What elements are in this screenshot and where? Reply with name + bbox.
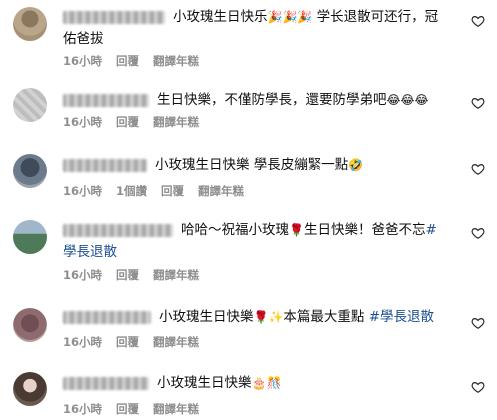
- reply-button[interactable]: 回覆: [116, 54, 139, 68]
- reply-button[interactable]: 回覆: [161, 184, 184, 198]
- comment-meta: 16小時 回覆 翻譯年糕: [63, 401, 213, 417]
- comment-text-cont: 生日快樂！爸爸不忘: [303, 222, 426, 238]
- emoji: 🌹✨: [253, 310, 284, 324]
- avatar[interactable]: [13, 308, 47, 342]
- heart-outline-icon[interactable]: [471, 226, 485, 240]
- avatar[interactable]: [13, 372, 47, 406]
- comment-text-cont: 本篇最大重點: [283, 309, 369, 325]
- reply-button[interactable]: 回覆: [116, 402, 139, 416]
- username[interactable]: [63, 223, 173, 237]
- username[interactable]: [63, 10, 165, 24]
- comment-text: 哈哈～祝福小玫瑰: [181, 222, 289, 238]
- heart-outline-icon[interactable]: [471, 14, 485, 28]
- username[interactable]: [63, 93, 149, 107]
- like-count[interactable]: 1個讚: [116, 184, 147, 198]
- timestamp: 16小時: [63, 268, 103, 282]
- reply-button[interactable]: 回覆: [116, 115, 139, 129]
- comment-meta: 16小時 回覆 翻譯年糕: [63, 267, 213, 283]
- avatar[interactable]: [13, 7, 47, 41]
- username[interactable]: [63, 158, 147, 172]
- timestamp: 16小時: [63, 335, 103, 349]
- emoji: 🤣: [348, 158, 364, 172]
- heart-outline-icon[interactable]: [471, 96, 485, 110]
- comment-text: 小玫瑰生日快樂 學長皮繃緊一點: [155, 157, 349, 173]
- comment-text: 生日快樂，不僅防學長，還要防學弟吧: [157, 92, 387, 108]
- comment-meta: 16小時 回覆 翻譯年糕: [63, 114, 213, 130]
- comment-meta: 16小時 回覆 翻譯年糕: [63, 53, 213, 69]
- translate-button[interactable]: 翻譯年糕: [153, 54, 199, 68]
- heart-outline-icon[interactable]: [471, 316, 485, 330]
- avatar[interactable]: [13, 220, 47, 254]
- comment-text: 小玫瑰生日快樂: [157, 375, 252, 391]
- heart-outline-icon[interactable]: [471, 380, 485, 394]
- heart-outline-icon[interactable]: [471, 162, 485, 176]
- emoji: 🌹: [289, 223, 304, 237]
- username[interactable]: [63, 310, 151, 324]
- translate-button[interactable]: 翻譯年糕: [198, 184, 244, 198]
- comment-meta: 16小時 回覆 翻譯年糕: [63, 334, 213, 350]
- emoji: 🎉🎉🎉: [267, 10, 313, 24]
- translate-button[interactable]: 翻譯年糕: [153, 402, 199, 416]
- timestamp: 16小時: [63, 115, 103, 129]
- comment-text: 小玫瑰生日快乐: [173, 9, 268, 25]
- translate-button[interactable]: 翻譯年糕: [153, 115, 199, 129]
- reply-button[interactable]: 回覆: [116, 268, 139, 282]
- timestamp: 16小時: [63, 184, 103, 198]
- translate-button[interactable]: 翻譯年糕: [153, 268, 199, 282]
- avatar[interactable]: [13, 154, 47, 188]
- translate-button[interactable]: 翻譯年糕: [153, 335, 199, 349]
- reply-button[interactable]: 回覆: [116, 335, 139, 349]
- timestamp: 16小時: [63, 402, 103, 416]
- username[interactable]: [63, 376, 149, 390]
- emoji: 😂😂😂: [386, 93, 429, 107]
- comment-meta: 16小時 1個讚 回覆 翻譯年糕: [63, 183, 258, 199]
- comment-text: 小玫瑰生日快樂: [159, 309, 254, 325]
- avatar[interactable]: [13, 88, 47, 122]
- hashtag-link[interactable]: #學長退散: [369, 309, 434, 325]
- emoji: 🎂🎊: [251, 376, 282, 390]
- timestamp: 16小時: [63, 54, 103, 68]
